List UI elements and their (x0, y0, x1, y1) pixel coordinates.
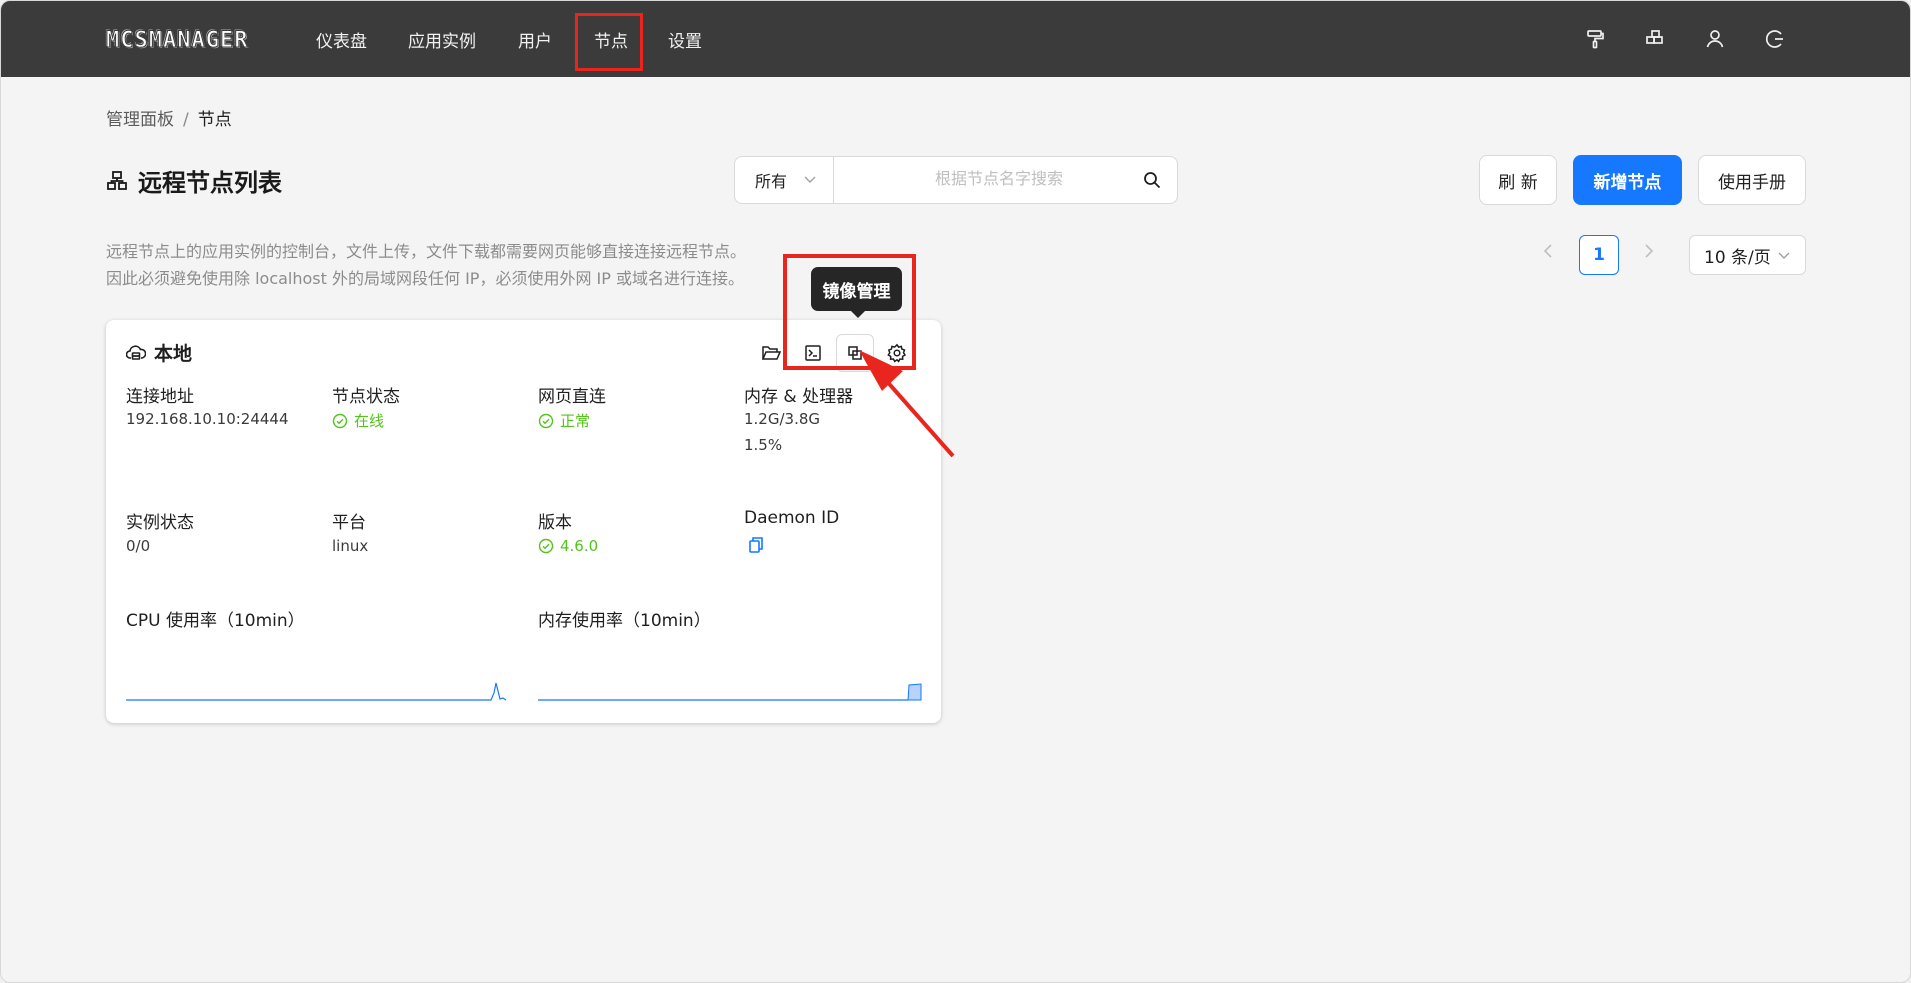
direct-label: 网页直连 (538, 387, 606, 407)
logout-icon[interactable] (1763, 27, 1787, 51)
add-node-button[interactable]: 新增节点 (1573, 155, 1682, 205)
version-value: 4.6.0 (538, 537, 598, 555)
nav-users[interactable]: 用户 (518, 27, 552, 52)
page-size-value: 10 条/页 (1704, 247, 1771, 268)
check-circle-icon (538, 538, 554, 554)
next-page-icon[interactable] (1641, 241, 1655, 265)
breadcrumb-root[interactable]: 管理面板 (106, 110, 174, 130)
check-circle-icon (332, 413, 348, 428)
address-value: 192.168.10.10:24444 (126, 410, 289, 428)
refresh-button[interactable]: 刷 新 (1479, 155, 1557, 205)
layout-icon[interactable] (1643, 27, 1667, 51)
filter-select[interactable]: 所有 (734, 156, 834, 204)
breadcrumb-separator: / (183, 110, 189, 130)
page-size-select[interactable]: 10 条/页 (1689, 235, 1806, 275)
address-label: 连接地址 (126, 387, 194, 407)
description-line: 远程节点上的应用实例的控制台，文件上传，文件下载都需要网页能够直接连接远程节点。 (106, 242, 747, 261)
status-value: 在线 (332, 410, 384, 431)
status-label: 节点状态 (332, 387, 400, 407)
breadcrumb-current: 节点 (197, 110, 232, 130)
mem-value: 1.2G/3.8G (744, 410, 821, 428)
version-text: 4.6.0 (560, 537, 599, 555)
nav-highlight-box (575, 13, 643, 71)
cpu-chart-label: CPU 使用率（10min） (126, 611, 305, 631)
mem-cpu-label: 内存 & 处理器 (744, 387, 854, 407)
status-text: 在线 (354, 412, 385, 430)
cloud-server-icon (126, 344, 146, 360)
direct-text: 正常 (560, 412, 591, 430)
nav-instances[interactable]: 应用实例 (408, 27, 476, 52)
instance-label: 实例状态 (126, 513, 194, 533)
mem-chart-label: 内存使用率（10min） (538, 611, 711, 631)
platform-value: linux (332, 537, 369, 555)
filter-value: 所有 (755, 172, 788, 191)
platform-label: 平台 (332, 513, 366, 533)
prev-page-icon[interactable] (1542, 241, 1556, 265)
mem-sparkline (538, 683, 922, 701)
breadcrumb: 管理面板 / 节点 (106, 105, 232, 130)
tooltip: 镜像管理 (811, 267, 902, 318)
instance-value: 0/0 (126, 537, 151, 555)
check-circle-icon (538, 413, 554, 428)
search-input[interactable] (834, 157, 1124, 203)
version-label: 版本 (538, 513, 572, 533)
description-line: 因此必须避免使用除 localhost 外的局域网段任何 IP，必须使用外网 I… (106, 269, 744, 288)
daemon-id-label: Daemon ID (744, 508, 840, 528)
description: 远程节点上的应用实例的控制台，文件上传，文件下载都需要网页能够直接连接远程节点。… (106, 238, 746, 292)
node-card: 本地 连接地址 192.168.10.10:24444 节点状态 在线 网页直连… (106, 320, 941, 723)
search-box (833, 156, 1178, 204)
cluster-icon (107, 170, 127, 190)
page-title: 远程节点列表 (106, 163, 282, 198)
chevron-down-icon (1778, 252, 1790, 259)
user-icon[interactable] (1703, 27, 1727, 51)
chevron-down-icon (804, 176, 816, 183)
node-name: 本地 (154, 343, 193, 365)
cpu-value: 1.5% (744, 436, 783, 454)
search-icon[interactable] (1143, 171, 1161, 189)
page-title-text: 远程节点列表 (138, 169, 282, 197)
app-window: MCSMANAGER 仪表盘 应用实例 用户 节点 设置 管理面板 / 节点 远程节… (0, 0, 1911, 983)
paint-roller-icon[interactable] (1583, 27, 1607, 51)
manual-button[interactable]: 使用手册 (1698, 155, 1806, 205)
nav-settings[interactable]: 设置 (668, 27, 702, 52)
cpu-sparkline (126, 682, 507, 701)
node-card-title: 本地 (126, 339, 192, 366)
copy-icon[interactable] (748, 536, 764, 558)
logo: MCSMANAGER (105, 27, 249, 53)
direct-value: 正常 (538, 410, 590, 431)
nav-dashboard[interactable]: 仪表盘 (316, 27, 367, 52)
top-navbar: MCSMANAGER 仪表盘 应用实例 用户 节点 设置 (1, 1, 1910, 77)
page-number[interactable]: 1 (1579, 235, 1619, 275)
